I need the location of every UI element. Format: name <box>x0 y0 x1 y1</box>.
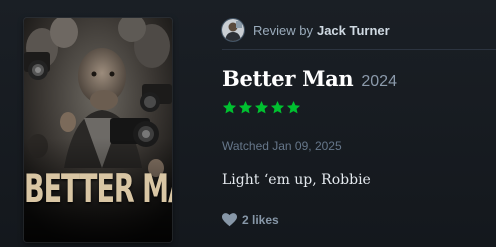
star-icon <box>254 100 269 114</box>
review-byline: Review by Jack Turner <box>253 23 390 38</box>
film-title-link[interactable]: Better Man <box>222 66 354 91</box>
film-year-link[interactable]: 2024 <box>361 73 397 91</box>
avatar[interactable] <box>222 19 244 41</box>
byline-prefix: Review by <box>253 22 313 38</box>
star-icon <box>270 100 285 114</box>
star-icon <box>286 100 301 114</box>
film-poster[interactable]: BETTER MAN <box>24 18 172 242</box>
title-row: Better Man 2024 <box>222 66 397 91</box>
star-icon <box>238 100 253 114</box>
star-icon <box>222 100 237 114</box>
author-link[interactable]: Jack Turner <box>317 23 390 38</box>
review-header: Review by Jack Turner <box>222 18 390 42</box>
review-body: Light ‘em up, Robbie <box>222 172 371 188</box>
likes[interactable]: 2 likes <box>222 213 279 227</box>
divider <box>222 49 496 50</box>
poster-title: BETTER MAN <box>24 167 172 212</box>
avatar-image <box>222 19 244 41</box>
star-rating <box>222 100 301 115</box>
review-card: BETTER MAN Review by Jack Turner Better M… <box>0 0 496 247</box>
heart-icon <box>222 213 237 227</box>
likes-count: 2 likes <box>242 213 279 227</box>
watched-date: Watched Jan 09, 2025 <box>222 139 342 153</box>
